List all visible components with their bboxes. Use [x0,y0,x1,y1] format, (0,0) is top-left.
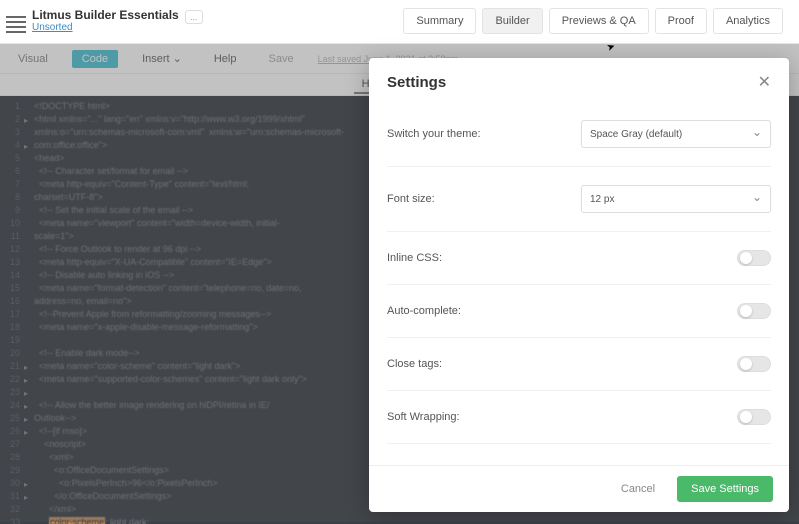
nav-tabs: Summary Builder Previews & QA Proof Anal… [403,8,783,34]
top-bar: Litmus Builder Essentials Unsorted ... S… [0,0,799,44]
row-font: Font size: 12 px [387,167,771,232]
doc-title: Litmus Builder Essentials [32,8,179,22]
row-theme: Switch your theme: Space Gray (default) [387,102,771,167]
tab-analytics[interactable]: Analytics [713,8,783,34]
inline-css-label: Inline CSS: [387,252,537,264]
tab-previews[interactable]: Previews & QA [549,8,649,34]
close-icon[interactable]: ✕ [758,72,771,92]
modal-body: Switch your theme: Space Gray (default) … [369,102,789,465]
inline-css-toggle[interactable] [737,250,771,266]
more-menu-button[interactable]: ... [185,10,203,24]
menu-icon[interactable] [6,14,26,34]
tab-proof[interactable]: Proof [655,8,707,34]
tab-summary[interactable]: Summary [403,8,476,34]
close-tags-toggle[interactable] [737,356,771,372]
autocomplete-label: Auto-complete: [387,305,537,317]
close-tags-label: Close tags: [387,358,537,370]
font-select[interactable]: 12 px [581,185,771,213]
tab-builder[interactable]: Builder [482,8,542,34]
folder-link[interactable]: Unsorted [32,22,179,33]
theme-label: Switch your theme: [387,128,537,140]
soft-wrap-label: Soft Wrapping: [387,411,537,423]
autocomplete-toggle[interactable] [737,303,771,319]
modal-header: Settings ✕ [369,58,789,102]
row-inline-css: Inline CSS: [387,232,771,285]
modal-title: Settings [387,74,446,91]
title-group: Litmus Builder Essentials Unsorted [32,8,179,33]
theme-select[interactable]: Space Gray (default) [581,120,771,148]
row-soft-wrap: Soft Wrapping: [387,391,771,444]
cancel-button[interactable]: Cancel [607,476,669,502]
row-close-tags: Close tags: [387,338,771,391]
save-settings-button[interactable]: Save Settings [677,476,773,502]
modal-footer: Cancel Save Settings [369,465,789,512]
soft-wrap-toggle[interactable] [737,409,771,425]
row-autocomplete: Auto-complete: [387,285,771,338]
settings-modal: Settings ✕ Switch your theme: Space Gray… [369,58,789,512]
font-label: Font size: [387,193,537,205]
